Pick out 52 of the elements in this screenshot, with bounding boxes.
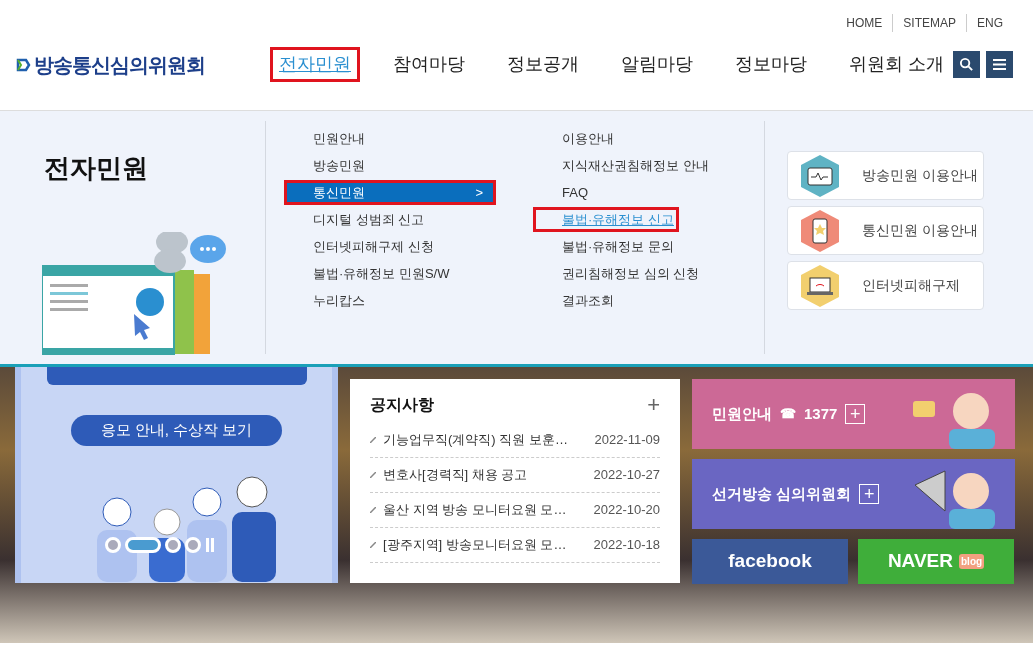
bullet-icon [370, 437, 376, 443]
search-icon [959, 57, 974, 72]
monitor-icon [798, 153, 842, 198]
guide-link[interactable]: 인터넷피해구제 [787, 261, 984, 310]
banner-button[interactable]: 응모 안내, 수상작 보기 [70, 415, 283, 446]
bullet-icon [370, 472, 376, 478]
submenu-link[interactable]: 디지털 성범죄 신고 [284, 207, 430, 232]
notice-link[interactable]: 울산 지역 방송 모니터요원 모… [383, 500, 567, 520]
utility-link[interactable]: HOME [836, 14, 893, 32]
submenu-link[interactable]: 결과조회 [533, 288, 619, 313]
nav-tab[interactable]: 위원회 소개 [840, 47, 953, 82]
nav-tab[interactable]: 알림마당 [612, 47, 702, 82]
nav-tab[interactable]: 정보마당 [726, 47, 816, 82]
guide-link[interactable]: 통신민원 이용안내 [787, 206, 984, 255]
notice-link[interactable]: [광주지역] 방송모니터요원 모… [383, 535, 567, 555]
guide-link[interactable]: 방송민원 이용안내 [787, 151, 984, 200]
submenu-link[interactable]: 불법·유해정보 문의 [533, 234, 679, 259]
notice-date: 2022-10-18 [593, 536, 660, 555]
submenu-link[interactable]: 통신민원 > [284, 180, 496, 205]
quick-link-card[interactable]: 선거방송 심의위원회 + [692, 459, 1015, 529]
notice-date: 2022-11-09 [594, 431, 660, 450]
submenu-link[interactable]: 민원안내 [284, 126, 370, 151]
submenu-link[interactable]: 이용안내 [533, 126, 619, 151]
notice-date: 2022-10-20 [593, 501, 660, 520]
bullet-icon [370, 507, 376, 513]
phone-icon [798, 208, 842, 253]
social-link[interactable]: facebook [692, 539, 848, 584]
submenu-link[interactable]: 누리캅스 [284, 288, 370, 313]
submenu-link[interactable]: FAQ [533, 180, 593, 205]
bullet-icon [370, 542, 376, 548]
submenu-link[interactable]: 방송민원 [284, 153, 370, 178]
logo-icon [15, 56, 31, 73]
utility-link[interactable]: SITEMAP [892, 14, 966, 32]
logo-text: 방송통신심의위원회 [34, 52, 205, 78]
more-link[interactable]: + [647, 394, 660, 416]
submenu-link[interactable]: 불법·유해정보 민원S/W [284, 261, 455, 286]
notice-link[interactable]: 기능업무직(계약직) 직원 보훈… [383, 430, 568, 450]
submenu-link[interactable]: 인터넷피해구제 신청 [284, 234, 439, 259]
nav-tab[interactable]: 전자민원 [270, 47, 360, 82]
notice-heading: 공지사항 [370, 395, 434, 415]
nav-tab[interactable]: 정보공개 [498, 47, 588, 82]
laptop-icon [798, 263, 842, 308]
search-button[interactable] [953, 51, 980, 78]
nav-tab[interactable]: 참여마당 [384, 47, 474, 82]
submenu-link[interactable]: 권리침해정보 심의 신청 [533, 261, 705, 286]
notice-link[interactable]: 변호사[경력직] 채용 공고 [383, 465, 528, 485]
utility-link[interactable]: ENG [966, 14, 1013, 32]
notice-date: 2022-10-27 [593, 466, 660, 485]
dropdown-title: 전자민원 [44, 152, 149, 185]
menu-icon [992, 58, 1007, 71]
submenu-link[interactable]: 지식재산권침해정보 안내 [533, 153, 714, 178]
menu-button[interactable] [986, 51, 1013, 78]
